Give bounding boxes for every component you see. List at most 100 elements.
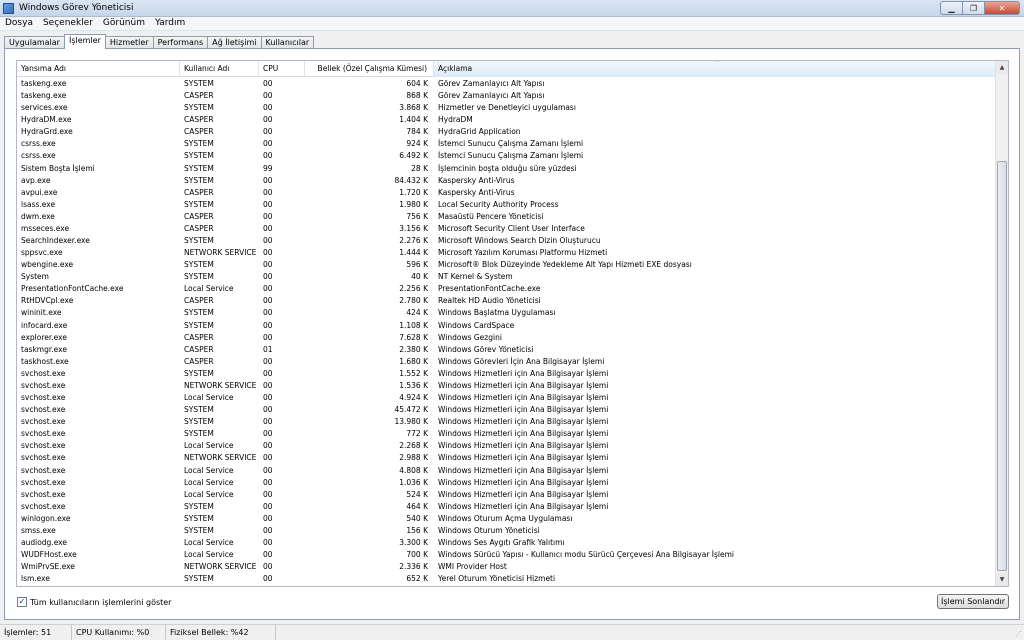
process-user-name: SYSTEM [184,405,214,415]
maximize-button[interactable]: ❐ [962,1,984,15]
scrollbar-thumb[interactable] [997,161,1007,571]
table-row[interactable]: taskhost.exe CASPER 00 1.680 K Windows Görev… [17,356,996,368]
process-cpu: 00 [263,441,273,451]
process-description: İstemci Sunucu Çalışma Zamanı İşlemi [438,151,584,161]
table-row[interactable]: explorer.exe CASPER 00 7.628 K Windows Gezgi… [17,332,996,344]
process-image-name: svchost.exe [21,393,66,403]
table-row[interactable]: taskmgr.exe CASPER 01 2.380 K Windows Görev … [17,344,996,356]
table-row[interactable]: services.exe SYSTEM 00 3.868 K Hizmetler ve … [17,102,996,114]
table-row[interactable]: svchost.exe SYSTEM 00 45.472 K Windows Hizme… [17,404,996,416]
table-row[interactable]: taskeng.exe CASPER 00 868 K Görev Zamanlayıc… [17,90,996,102]
table-row[interactable]: svchost.exe SYSTEM 00 464 K Windows Hizmetle… [17,501,996,513]
table-row[interactable]: WUDFHost.exe Local Service 00 700 K Windows … [17,549,996,561]
table-row[interactable]: svchost.exe Local Service 00 1.036 K Windows… [17,477,996,489]
menu-yardim[interactable]: Yardım [150,17,190,30]
process-user-name: Local Service [184,441,234,451]
table-row[interactable]: Sistem Boşta İşlemi SYSTEM 99 28 K İşlemcini… [17,163,996,175]
scroll-down-icon[interactable]: ▼ [996,573,1008,586]
column-header-description[interactable]: Açıklama ^ [434,61,996,77]
table-row[interactable]: lsass.exe SYSTEM 00 1.980 K Local Security A… [17,199,996,211]
vertical-scrollbar[interactable]: ▲ ▼ [995,61,1008,586]
process-list[interactable]: Yansıma Adı Kullanıcı Adı CPU Bellek (Öz… [16,60,1009,587]
process-cpu: 00 [263,248,273,258]
table-row[interactable]: HydraDM.exe CASPER 00 1.404 K HydraDM [17,114,996,126]
column-header-cpu[interactable]: CPU [259,61,305,77]
process-memory: 2.336 K [399,562,428,572]
table-row[interactable]: svchost.exe SYSTEM 00 772 K Windows Hizmetle… [17,428,996,440]
minimize-button[interactable]: ▁ [940,1,962,15]
table-row[interactable]: System SYSTEM 00 40 K NT Kernel & System [17,271,996,283]
process-image-name: HydraDM.exe [21,115,72,125]
table-row[interactable]: svchost.exe NETWORK SERVICE 00 2.988 K Windo… [17,452,996,464]
process-description: Realtek HD Audio Yöneticisi [438,296,541,306]
table-row[interactable]: svchost.exe Local Service 00 2.268 K Windows… [17,440,996,452]
title-bar[interactable]: Windows Görev Yöneticisi ▁ ❐ ✕ [0,0,1024,17]
table-row[interactable]: HydraGrd.exe CASPER 00 784 K HydraGrid Appli… [17,126,996,138]
table-row[interactable]: audiodg.exe Local Service 00 3.300 K Windows… [17,537,996,549]
table-row[interactable]: lsm.exe SYSTEM 00 652 K Yerel Oturum Yönetic… [17,573,996,585]
menu-secenekler[interactable]: Seçenekler [38,17,98,30]
column-header-user-name[interactable]: Kullanıcı Adı [180,61,259,77]
column-header-image-name[interactable]: Yansıma Adı [17,61,180,77]
process-memory: 924 K [406,139,428,149]
table-row[interactable]: SearchIndexer.exe SYSTEM 00 2.276 K Microsof… [17,235,996,247]
table-row[interactable]: RtHDVCpl.exe CASPER 00 2.780 K Realtek HD Au… [17,295,996,307]
process-user-name: Local Service [184,393,234,403]
process-user-name: CASPER [184,127,214,137]
menu-gorunum[interactable]: Görünüm [98,17,150,30]
table-row[interactable]: winlogon.exe SYSTEM 00 540 K Windows Oturum … [17,513,996,525]
table-row[interactable]: svchost.exe SYSTEM 00 13.980 K Windows Hizme… [17,416,996,428]
process-user-name: SYSTEM [184,272,214,282]
table-row[interactable]: taskeng.exe SYSTEM 00 604 K Görev Zamanlayıc… [17,78,996,90]
process-cpu: 00 [263,296,273,306]
tab-islemler[interactable]: İşlemler [63,34,106,49]
table-row[interactable]: wbengine.exe SYSTEM 00 596 K Microsoft® Blok… [17,259,996,271]
process-memory: 2.256 K [399,284,428,294]
sort-ascending-icon: ^ [714,61,720,67]
table-row[interactable]: wininit.exe SYSTEM 00 424 K Windows Başlatma… [17,307,996,319]
show-all-users-checkbox[interactable]: ✓ [17,597,27,607]
process-description: Hizmetler ve Denetleyici uygulaması [438,103,576,113]
process-user-name: SYSTEM [184,163,214,173]
process-description: Görev Zamanlayıcı Alt Yapısı [438,79,545,88]
process-cpu: 00 [263,127,273,137]
process-description: Windows Ses Aygıtı Grafik Yalıtımı [438,537,565,547]
menu-dosya[interactable]: Dosya [0,17,38,30]
table-row[interactable]: svchost.exe Local Service 00 524 K Windows H… [17,489,996,501]
table-row[interactable]: infocard.exe SYSTEM 00 1.108 K Windows CardS… [17,320,996,332]
process-cpu: 00 [263,489,273,499]
process-cpu: 00 [263,187,273,197]
table-row[interactable]: csrss.exe SYSTEM 00 6.492 K İstemci Sunucu Ç… [17,150,996,162]
table-row[interactable]: dwm.exe CASPER 00 756 K Masaüstü Pencere Yön… [17,211,996,223]
process-description: Windows Hizmetleri için Ana Bilgisayar İ… [438,489,609,499]
table-row[interactable]: svchost.exe NETWORK SERVICE 00 1.536 K Windo… [17,380,996,392]
table-row[interactable]: svchost.exe Local Service 00 4.808 K Windows… [17,465,996,477]
process-memory: 28 K [411,163,428,173]
process-cpu: 00 [263,417,273,427]
process-cpu: 00 [263,175,273,185]
close-button[interactable]: ✕ [984,1,1020,15]
table-row[interactable]: avpui.exe CASPER 00 1.720 K Kaspersky Anti-V… [17,187,996,199]
process-memory: 652 K [406,574,428,584]
table-row[interactable]: sppsvc.exe NETWORK SERVICE 00 1.444 K Micros… [17,247,996,259]
table-row[interactable]: msseces.exe CASPER 00 3.156 K Microsoft Secu… [17,223,996,235]
show-all-users-option[interactable]: ✓ Tüm kullanıcıların işlemlerini göster [17,597,171,607]
process-user-name: SYSTEM [184,429,214,439]
process-user-name: SYSTEM [184,417,214,427]
table-row[interactable]: svchost.exe Local Service 00 4.924 K Windows… [17,392,996,404]
table-row[interactable]: svchost.exe SYSTEM 00 1.552 K Windows Hizmet… [17,368,996,380]
end-process-button[interactable]: İşlemi Sonlandır [937,594,1009,609]
process-user-name: SYSTEM [184,175,214,185]
column-header-memory[interactable]: Bellek (Özel Çalışma Kümesi) [305,61,434,77]
process-user-name: CASPER [184,344,214,354]
process-cpu: 00 [263,332,273,342]
process-cpu: 00 [263,368,273,378]
process-image-name: WmiPrvSE.exe [21,562,75,572]
scroll-up-icon[interactable]: ▲ [996,61,1008,74]
process-user-name: Local Service [184,537,234,547]
table-row[interactable]: smss.exe SYSTEM 00 156 K Windows Oturum Yöne… [17,525,996,537]
table-row[interactable]: avp.exe SYSTEM 00 84.432 K Kaspersky Anti-Vi… [17,175,996,187]
table-row[interactable]: PresentationFontCache.exe Local Service 00… [17,283,996,295]
table-row[interactable]: csrss.exe SYSTEM 00 924 K İstemci Sunucu Çal… [17,138,996,150]
table-row[interactable]: WmiPrvSE.exe NETWORK SERVICE 00 2.336 K WMI … [17,561,996,573]
